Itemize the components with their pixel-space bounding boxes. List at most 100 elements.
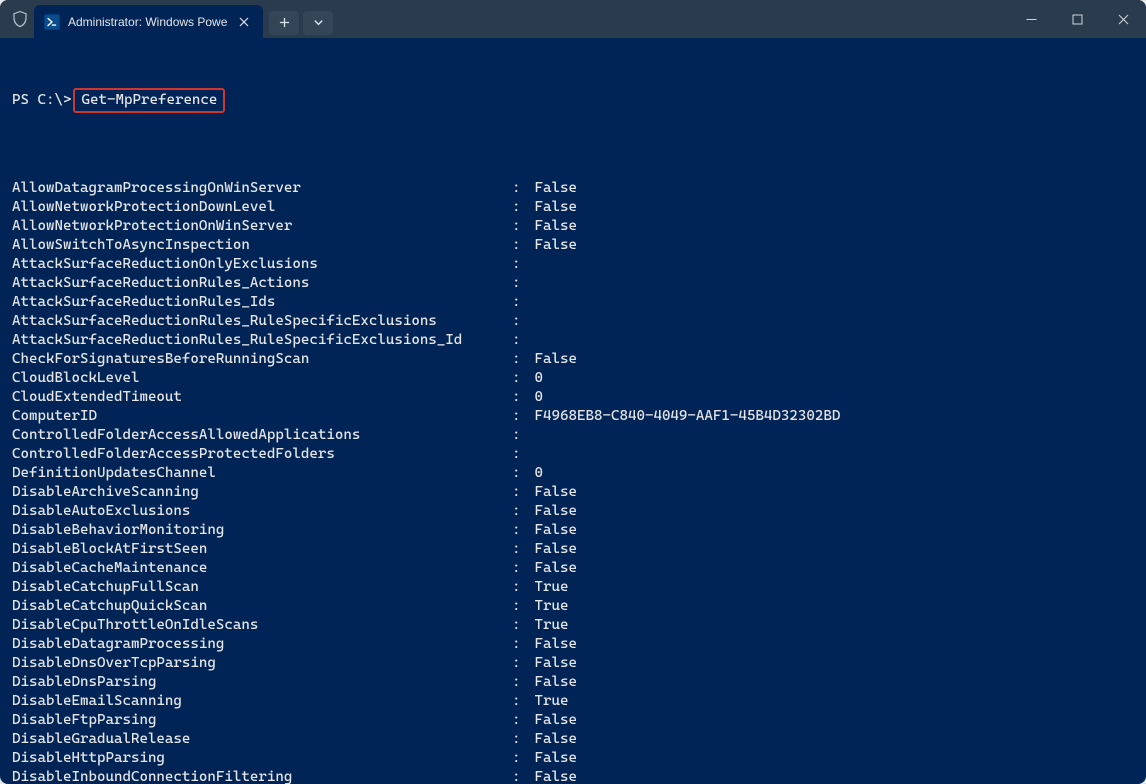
colon-separator: : (512, 426, 526, 445)
colon-separator: : (512, 388, 526, 407)
colon-separator: : (512, 635, 526, 654)
output-row: AttackSurfaceReductionRules_Actions: (12, 274, 1134, 293)
output-row: DisableArchiveScanning: False (12, 483, 1134, 502)
property-value: F4968EB8-C840-4049-AAF1-45B4D32302BD (526, 407, 840, 426)
property-name: DisableBehaviorMonitoring (12, 521, 512, 540)
new-tab-button[interactable] (269, 11, 299, 35)
property-name: DisableCatchupQuickScan (12, 597, 512, 616)
command-highlight: Get-MpPreference (73, 88, 225, 113)
colon-separator: : (512, 464, 526, 483)
colon-separator: : (512, 654, 526, 673)
shield-icon (6, 0, 34, 38)
output-row: ControlledFolderAccessProtectedFolders: (12, 445, 1134, 464)
output-row: CheckForSignaturesBeforeRunningScan: Fal… (12, 350, 1134, 369)
close-button[interactable] (1100, 0, 1146, 38)
colon-separator: : (512, 749, 526, 768)
colon-separator: : (512, 540, 526, 559)
property-name: DisableCacheMaintenance (12, 559, 512, 578)
property-name: DisableDnsParsing (12, 673, 512, 692)
output-row: DisableEmailScanning: True (12, 692, 1134, 711)
property-name: DisableArchiveScanning (12, 483, 512, 502)
property-name: AttackSurfaceReductionRules_RuleSpecific… (12, 312, 512, 331)
tab-active[interactable]: Administrator: Windows Powe (34, 5, 263, 38)
property-value: True (526, 692, 568, 711)
property-value: True (526, 578, 568, 597)
titlebar[interactable]: Administrator: Windows Powe (0, 0, 1146, 38)
colon-separator: : (512, 369, 526, 388)
property-name: DisableGradualRelease (12, 730, 512, 749)
property-name: AttackSurfaceReductionOnlyExclusions (12, 255, 512, 274)
prompt-prefix: PS C:\> (12, 91, 71, 110)
output-row: AllowSwitchToAsyncInspection: False (12, 236, 1134, 255)
property-name: DisableCatchupFullScan (12, 578, 512, 597)
colon-separator: : (512, 559, 526, 578)
property-name: AllowNetworkProtectionDownLevel (12, 198, 512, 217)
property-value: False (526, 559, 577, 578)
property-name: AllowSwitchToAsyncInspection (12, 236, 512, 255)
colon-separator: : (512, 597, 526, 616)
property-value: False (526, 768, 577, 784)
property-value: False (526, 521, 577, 540)
colon-separator: : (512, 179, 526, 198)
property-value: False (526, 540, 577, 559)
output-row: AllowDatagramProcessingOnWinServer: Fals… (12, 179, 1134, 198)
property-value: 0 (526, 369, 543, 388)
output-row: AllowNetworkProtectionOnWinServer: False (12, 217, 1134, 236)
colon-separator: : (512, 445, 526, 464)
property-name: CloudExtendedTimeout (12, 388, 512, 407)
output-row: CloudExtendedTimeout: 0 (12, 388, 1134, 407)
colon-separator: : (512, 312, 526, 331)
app-window: Administrator: Windows Powe (0, 0, 1146, 784)
property-name: ControlledFolderAccessProtectedFolders (12, 445, 512, 464)
colon-separator: : (512, 483, 526, 502)
colon-separator: : (512, 255, 526, 274)
output-row: AttackSurfaceReductionOnlyExclusions: (12, 255, 1134, 274)
maximize-button[interactable] (1054, 0, 1100, 38)
colon-separator: : (512, 502, 526, 521)
property-value: False (526, 179, 577, 198)
property-value: False (526, 749, 577, 768)
output-row: DisableCatchupFullScan: True (12, 578, 1134, 597)
property-name: CloudBlockLevel (12, 369, 512, 388)
colon-separator: : (512, 692, 526, 711)
output-row: DisableDnsParsing: False (12, 673, 1134, 692)
colon-separator: : (512, 407, 526, 426)
property-name: DisableCpuThrottleOnIdleScans (12, 616, 512, 635)
output-rows: AllowDatagramProcessingOnWinServer: Fals… (12, 179, 1134, 784)
property-value: False (526, 217, 577, 236)
output-row: ComputerID: F4968EB8-C840-4049-AAF1-45B4… (12, 407, 1134, 426)
property-name: AttackSurfaceReductionRules_Ids (12, 293, 512, 312)
property-name: AttackSurfaceReductionRules_RuleSpecific… (12, 331, 512, 350)
property-value: False (526, 502, 577, 521)
property-value: False (526, 483, 577, 502)
colon-separator: : (512, 521, 526, 540)
output-row: DisableDatagramProcessing: False (12, 635, 1134, 654)
output-row: DisableCpuThrottleOnIdleScans: True (12, 616, 1134, 635)
property-value: False (526, 236, 577, 255)
property-value: True (526, 597, 568, 616)
tab-title: Administrator: Windows Powe (68, 15, 227, 29)
output-row: DisableFtpParsing: False (12, 711, 1134, 730)
output-row: DisableAutoExclusions: False (12, 502, 1134, 521)
property-name: ControlledFolderAccessAllowedApplication… (12, 426, 512, 445)
colon-separator: : (512, 217, 526, 236)
output-row: AttackSurfaceReductionRules_Ids: (12, 293, 1134, 312)
property-name: DefinitionUpdatesChannel (12, 464, 512, 483)
output-row: CloudBlockLevel: 0 (12, 369, 1134, 388)
tab-dropdown-button[interactable] (303, 11, 333, 35)
colon-separator: : (512, 274, 526, 293)
minimize-button[interactable] (1008, 0, 1054, 38)
colon-separator: : (512, 711, 526, 730)
property-value: 0 (526, 388, 543, 407)
colon-separator: : (512, 350, 526, 369)
property-name: DisableInboundConnectionFiltering (12, 768, 512, 784)
property-name: DisableFtpParsing (12, 711, 512, 730)
colon-separator: : (512, 768, 526, 784)
terminal-area[interactable]: PS C:\> Get-MpPreference AllowDatagramPr… (0, 38, 1146, 784)
property-value: False (526, 635, 577, 654)
property-value: False (526, 350, 577, 369)
property-name: DisableBlockAtFirstSeen (12, 540, 512, 559)
property-value: False (526, 654, 577, 673)
output-row: DisableCacheMaintenance: False (12, 559, 1134, 578)
tab-close-button[interactable] (235, 13, 253, 31)
